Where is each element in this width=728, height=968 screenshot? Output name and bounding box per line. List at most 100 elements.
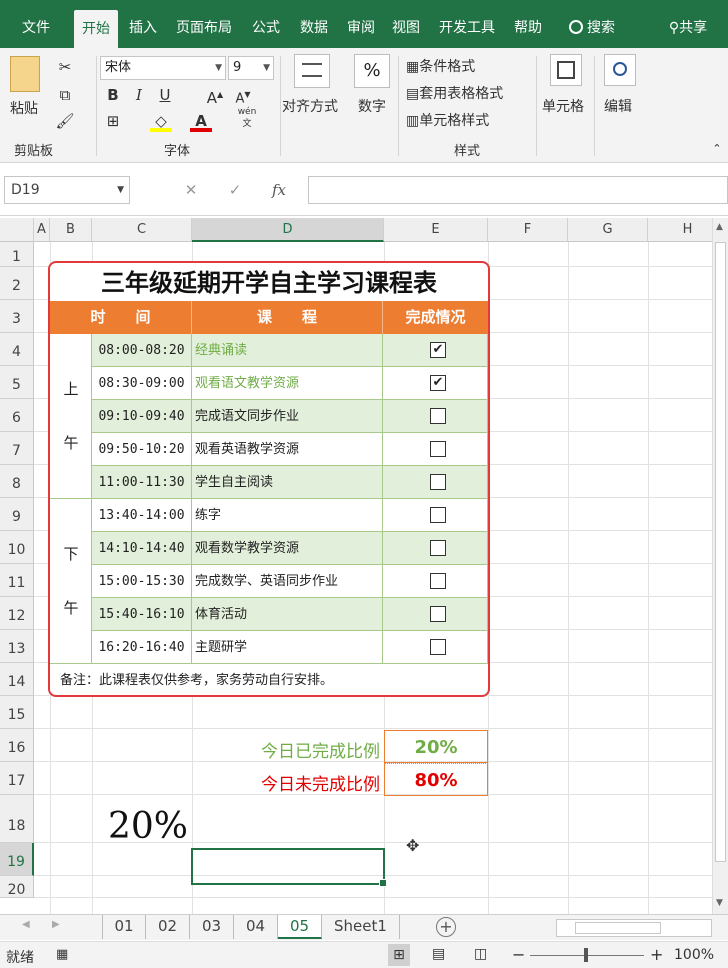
align-button[interactable]: 对齐方式 xyxy=(282,96,338,116)
italic-button[interactable]: I xyxy=(128,84,150,106)
page-layout-view-icon[interactable]: ▤ xyxy=(432,946,445,962)
table-format-button[interactable]: ▤套用表格格式 xyxy=(406,83,503,103)
row-header-17[interactable]: 17 xyxy=(0,762,34,795)
menu-help[interactable]: 帮助 xyxy=(506,0,550,48)
edit-button[interactable]: 编辑 xyxy=(604,96,632,116)
menu-file[interactable]: 文件 xyxy=(8,0,64,48)
zoom-slider[interactable] xyxy=(530,948,644,962)
row-header-14[interactable]: 14 xyxy=(0,663,34,696)
page-break-view-icon[interactable]: ◫ xyxy=(474,946,487,962)
menu-page-layout[interactable]: 页面布局 xyxy=(168,0,240,48)
completion-checkbox[interactable] xyxy=(430,639,446,655)
fill-color-icon[interactable]: ◇ xyxy=(150,110,172,132)
font-color-icon[interactable]: A xyxy=(190,110,212,132)
menu-formulas[interactable]: 公式 xyxy=(244,0,288,48)
row-header-8[interactable]: 8 xyxy=(0,465,34,498)
tab-sheet1[interactable]: Sheet1 xyxy=(322,915,400,939)
cancel-icon[interactable]: ✕ xyxy=(180,179,202,201)
menu-insert[interactable]: 插入 xyxy=(122,0,164,48)
cells-button[interactable]: 单元格 xyxy=(542,96,584,116)
tab-next-icon[interactable]: ▶ xyxy=(52,919,60,930)
row-header-16[interactable]: 16 xyxy=(0,729,34,762)
paste-button[interactable]: 粘贴 xyxy=(10,98,38,118)
row-header-12[interactable]: 12 xyxy=(0,597,34,630)
scroll-down-icon[interactable]: ▼ xyxy=(716,898,723,908)
completion-checkbox[interactable] xyxy=(430,573,446,589)
macro-record-icon[interactable]: ▦ xyxy=(56,947,68,962)
font-size-combo[interactable]: 9 ▼ xyxy=(228,56,274,80)
row-header-6[interactable]: 6 xyxy=(0,399,34,432)
todo-ratio-value[interactable]: 80% xyxy=(384,763,488,796)
row-header-5[interactable]: 5 xyxy=(0,366,34,399)
share-button[interactable]: ⚲共享 xyxy=(656,0,720,48)
format-painter-icon[interactable]: 🖌 xyxy=(54,110,76,132)
phonetic-icon[interactable]: wén 文 xyxy=(236,106,258,129)
column-header-b[interactable]: B xyxy=(50,218,92,242)
column-header-g[interactable]: G xyxy=(568,218,648,242)
completion-checkbox[interactable] xyxy=(430,606,446,622)
done-ratio-value[interactable]: 20% xyxy=(384,730,488,763)
row-header-1[interactable]: 1 xyxy=(0,242,34,267)
completion-checkbox[interactable] xyxy=(430,507,446,523)
normal-view-icon[interactable]: ⊞ xyxy=(388,944,410,966)
zoom-in-button[interactable]: + xyxy=(650,945,663,964)
vertical-scrollbar[interactable]: ▲ ▼ xyxy=(712,218,728,914)
search-button[interactable]: 搜索 xyxy=(560,0,624,48)
selected-cell-d19[interactable] xyxy=(191,848,387,887)
row-header-4[interactable]: 4 xyxy=(0,333,34,366)
menu-view[interactable]: 视图 xyxy=(386,0,426,48)
tab-03[interactable]: 03 xyxy=(190,915,234,939)
zoom-out-button[interactable]: − xyxy=(512,945,525,964)
scroll-up-icon[interactable]: ▲ xyxy=(716,222,723,232)
scroll-thumb[interactable] xyxy=(715,242,726,862)
column-header-e[interactable]: E xyxy=(384,218,488,242)
cell-style-button[interactable]: ▥单元格样式 xyxy=(406,110,489,130)
worksheet-grid[interactable]: A B C D E F G H 1 2 3 4 5 6 7 8 9 10 11 12 13 14 15 16 1… xyxy=(0,218,728,914)
formula-input[interactable] xyxy=(308,176,728,204)
row-header-13[interactable]: 13 xyxy=(0,630,34,663)
completion-checkbox[interactable] xyxy=(430,408,446,424)
underline-button[interactable]: U xyxy=(154,84,176,106)
copy-icon[interactable]: ⧉ xyxy=(54,84,76,106)
column-header-a[interactable]: A xyxy=(34,218,50,242)
zoom-slider-handle[interactable] xyxy=(584,948,588,962)
row-header-3[interactable]: 3 xyxy=(0,300,34,333)
completion-checkbox[interactable]: ✔ xyxy=(430,342,446,358)
name-box[interactable]: D19 ▼ xyxy=(4,176,130,204)
select-all-corner[interactable] xyxy=(0,218,34,242)
tab-04[interactable]: 04 xyxy=(234,915,278,939)
font-name-combo[interactable]: 宋体 ▼ xyxy=(100,56,226,80)
cut-icon[interactable]: ✂ xyxy=(54,56,76,78)
completion-checkbox[interactable] xyxy=(430,441,446,457)
bold-button[interactable]: B xyxy=(102,84,124,106)
function-icon[interactable]: fx xyxy=(268,179,290,201)
menu-developer[interactable]: 开发工具 xyxy=(430,0,504,48)
completion-checkbox[interactable]: ✔ xyxy=(430,375,446,391)
menu-review[interactable]: 审阅 xyxy=(340,0,382,48)
confirm-icon[interactable]: ✓ xyxy=(224,179,246,201)
add-sheet-icon[interactable]: + xyxy=(436,917,456,937)
increase-font-icon[interactable]: A▲ xyxy=(204,84,226,107)
row-header-10[interactable]: 10 xyxy=(0,531,34,564)
border-icon[interactable]: ⊞ xyxy=(102,110,124,132)
collapse-ribbon-icon[interactable]: ⌃ xyxy=(706,138,728,160)
row-header-19[interactable]: 19 xyxy=(0,843,34,876)
column-header-f[interactable]: F xyxy=(488,218,568,242)
column-header-c[interactable]: C xyxy=(92,218,192,242)
row-header-11[interactable]: 11 xyxy=(0,564,34,597)
tab-01[interactable]: 01 xyxy=(102,915,146,939)
tab-05[interactable]: 05 xyxy=(278,915,322,939)
horizontal-scrollbar[interactable] xyxy=(556,919,712,937)
conditional-format-button[interactable]: ▦条件格式 xyxy=(406,56,475,76)
menu-home[interactable]: 开始 xyxy=(74,10,118,48)
row-header-15[interactable]: 15 xyxy=(0,696,34,729)
tab-prev-icon[interactable]: ◀ xyxy=(22,919,30,930)
completion-checkbox[interactable] xyxy=(430,540,446,556)
row-header-7[interactable]: 7 xyxy=(0,432,34,465)
tab-02[interactable]: 02 xyxy=(146,915,190,939)
menu-data[interactable]: 数据 xyxy=(292,0,336,48)
row-header-18[interactable]: 18 xyxy=(0,795,34,843)
completion-checkbox[interactable] xyxy=(430,474,446,490)
decrease-font-icon[interactable]: A▼ xyxy=(232,84,254,106)
zoom-level[interactable]: 100% xyxy=(674,947,714,963)
